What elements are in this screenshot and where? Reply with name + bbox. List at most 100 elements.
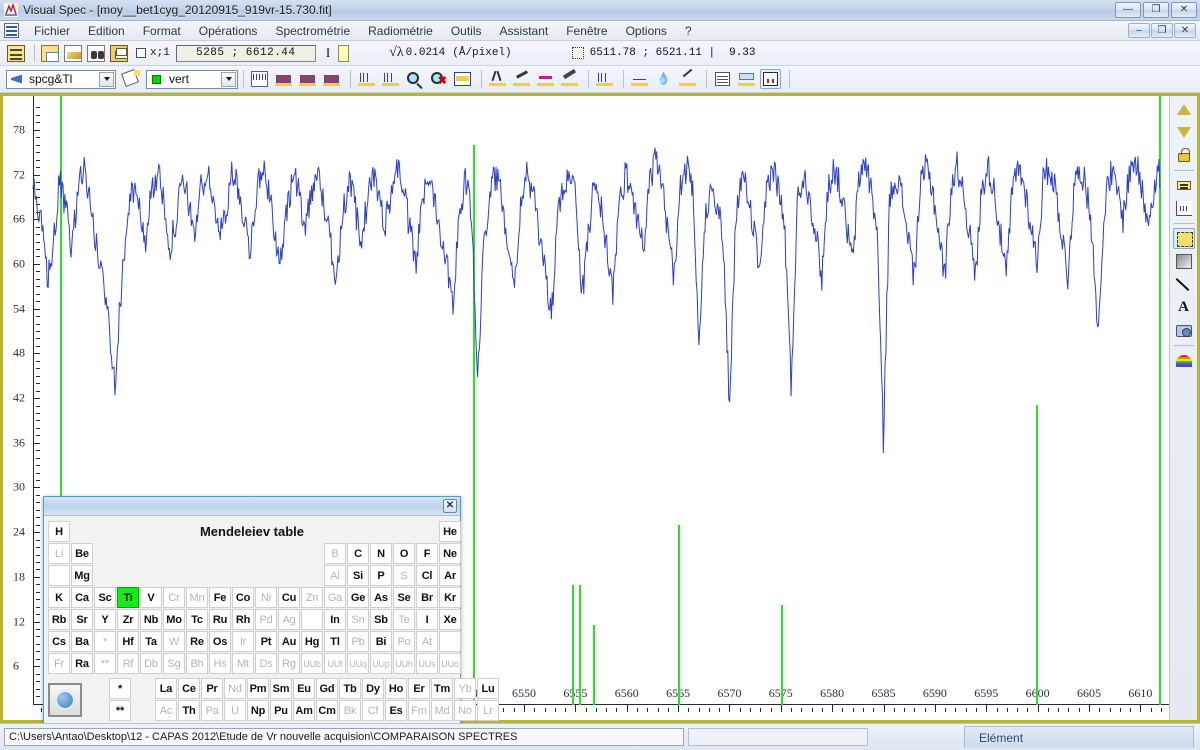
compare-shift-icon[interactable] — [356, 69, 377, 89]
text-icon[interactable]: A — [1173, 297, 1195, 318]
element-cell-eu[interactable]: Eu — [293, 678, 315, 699]
element-cell-y[interactable]: Y — [94, 609, 116, 630]
element-cell-no[interactable]: No — [454, 700, 476, 721]
zoom-cancel-icon[interactable]: ✖ — [428, 69, 449, 89]
menu-item-edition[interactable]: Edition — [79, 22, 134, 40]
element-cell-ac[interactable]: Ac — [155, 700, 177, 721]
element-cell-hs[interactable]: Hs — [209, 653, 231, 674]
menu-item-spectrometrie[interactable]: Spectrométrie — [266, 22, 359, 40]
element-cell-w[interactable]: W — [163, 631, 185, 652]
rect-select-icon[interactable] — [1173, 228, 1195, 249]
open-folder-icon[interactable] — [40, 44, 60, 63]
element-cell-pm[interactable]: Pm — [247, 678, 269, 699]
menu-item-options[interactable]: Options — [617, 22, 676, 40]
element-cell-h[interactable]: H — [48, 521, 70, 542]
element-cell-er[interactable]: Er — [408, 678, 430, 699]
element-cell-db[interactable]: Db — [140, 653, 162, 674]
element-cell-ca[interactable]: Ca — [71, 587, 93, 608]
marker-icon[interactable] — [535, 69, 556, 89]
inner-restore-button[interactable]: ❐ — [1151, 23, 1173, 38]
menu-item-assistant[interactable]: Assistant — [491, 22, 558, 40]
element-cell-sc[interactable]: Sc — [94, 587, 116, 608]
element-cell-uuo[interactable]: UUo — [439, 653, 461, 674]
element-cell-cs[interactable]: Cs — [48, 631, 70, 652]
element-cell-*[interactable]: * — [94, 631, 116, 652]
element-cell-sm[interactable]: Sm — [270, 678, 292, 699]
element-cell-uus[interactable]: UUs — [416, 653, 438, 674]
element-cell-b[interactable]: B — [324, 543, 346, 564]
profile-combo[interactable]: spcg&Tl — [6, 70, 116, 89]
menu-item-help[interactable]: ? — [676, 22, 701, 40]
open-picture-icon[interactable] — [63, 44, 83, 63]
element-cell-mt[interactable]: Mt — [232, 653, 254, 674]
swirl-icon[interactable] — [48, 683, 82, 717]
camera-icon[interactable] — [1173, 320, 1195, 341]
element-cell-zr[interactable]: Zr — [117, 609, 139, 630]
rgb-bars-3-icon[interactable] — [321, 69, 342, 89]
minimize-button[interactable]: — — [1115, 2, 1141, 18]
element-cell-bh[interactable]: Bh — [186, 653, 208, 674]
element-cell-pt[interactable]: Pt — [255, 631, 277, 652]
element-cell-tm[interactable]: Tm — [431, 678, 453, 699]
table-icon[interactable] — [712, 69, 733, 89]
element-cell-am[interactable]: Am — [293, 700, 315, 721]
element-cell-cm[interactable]: Cm — [316, 700, 338, 721]
element-cell-s[interactable]: S — [393, 565, 415, 586]
menu-item-radiometrie[interactable]: Radiométrie — [359, 22, 442, 40]
arrow-up-icon[interactable] — [1173, 99, 1195, 120]
element-cell-la[interactable]: La — [155, 678, 177, 699]
element-cell-br[interactable]: Br — [416, 587, 438, 608]
element-cell-sn[interactable]: Sn — [347, 609, 369, 630]
element-cell-uub[interactable]: UUb — [301, 653, 323, 674]
element-cell-ga[interactable]: Ga — [324, 587, 346, 608]
rgb-bars-2-icon[interactable] — [297, 69, 318, 89]
element-cell-cf[interactable]: Cf — [362, 700, 384, 721]
save-icon[interactable] — [109, 44, 129, 63]
element-cell-pd[interactable]: Pd — [255, 609, 277, 630]
element-cell-rb[interactable]: Rb — [48, 609, 70, 630]
element-cell-p[interactable]: P — [370, 565, 392, 586]
element-cell-sg[interactable]: Sg — [163, 653, 185, 674]
profile-combo-arrow[interactable] — [99, 72, 114, 87]
element-cell-zn[interactable]: Zn — [301, 587, 323, 608]
element-cell-ni[interactable]: Ni — [255, 587, 277, 608]
menu-item-operations[interactable]: Opérations — [190, 22, 267, 40]
element-cell-te[interactable]: Te — [393, 609, 415, 630]
element-cell-ru[interactable]: Ru — [209, 609, 231, 630]
element-cell-k[interactable]: K — [48, 587, 70, 608]
rainbow-icon[interactable] — [1173, 350, 1195, 371]
element-cell-po[interactable]: Po — [393, 631, 415, 652]
element-cell-tb[interactable]: Tb — [339, 678, 361, 699]
align-up-icon[interactable] — [380, 69, 401, 89]
color-combo[interactable]: vert — [146, 70, 238, 89]
element-cell-pb[interactable]: Pb — [347, 631, 369, 652]
zoom-icon[interactable] — [404, 69, 425, 89]
element-cell-md[interactable]: Md — [431, 700, 453, 721]
scissors-icon[interactable] — [487, 69, 508, 89]
element-cell-pa[interactable]: Pa — [201, 700, 223, 721]
spectrum-sheet-icon[interactable] — [249, 69, 270, 89]
element-cell-uuh[interactable]: UUh — [393, 653, 415, 674]
element-cell-f[interactable]: F — [416, 543, 438, 564]
element-cell-at[interactable]: At — [416, 631, 438, 652]
element-cell-kr[interactable]: Kr — [439, 587, 461, 608]
element-cell-ir[interactable]: Ir — [232, 631, 254, 652]
inner-minimize-button[interactable]: – — [1128, 23, 1150, 38]
element-cell-ar[interactable]: Ar — [439, 565, 461, 586]
element-cell-hg[interactable]: Hg — [301, 631, 323, 652]
rgb-bars-1-icon[interactable] — [273, 69, 294, 89]
element-cell-tl[interactable]: Tl — [324, 631, 346, 652]
menu-item-outils[interactable]: Outils — [442, 22, 491, 40]
element-cell-o[interactable]: O — [393, 543, 415, 564]
element-cell-ag[interactable]: Ag — [278, 609, 300, 630]
element-cell-pr[interactable]: Pr — [201, 678, 223, 699]
element-cell-rg[interactable]: Rg — [278, 653, 300, 674]
element-cell-sb[interactable]: Sb — [370, 609, 392, 630]
element-cell-rh[interactable]: Rh — [232, 609, 254, 630]
menu-item-format[interactable]: Format — [134, 22, 190, 40]
element-cell-tc[interactable]: Tc — [186, 609, 208, 630]
element-cell-re[interactable]: Re — [186, 631, 208, 652]
element-cell-au[interactable]: Au — [278, 631, 300, 652]
mendeleiev-titlebar[interactable]: ✕ — [44, 497, 460, 516]
arrow-down-icon[interactable] — [1173, 122, 1195, 143]
